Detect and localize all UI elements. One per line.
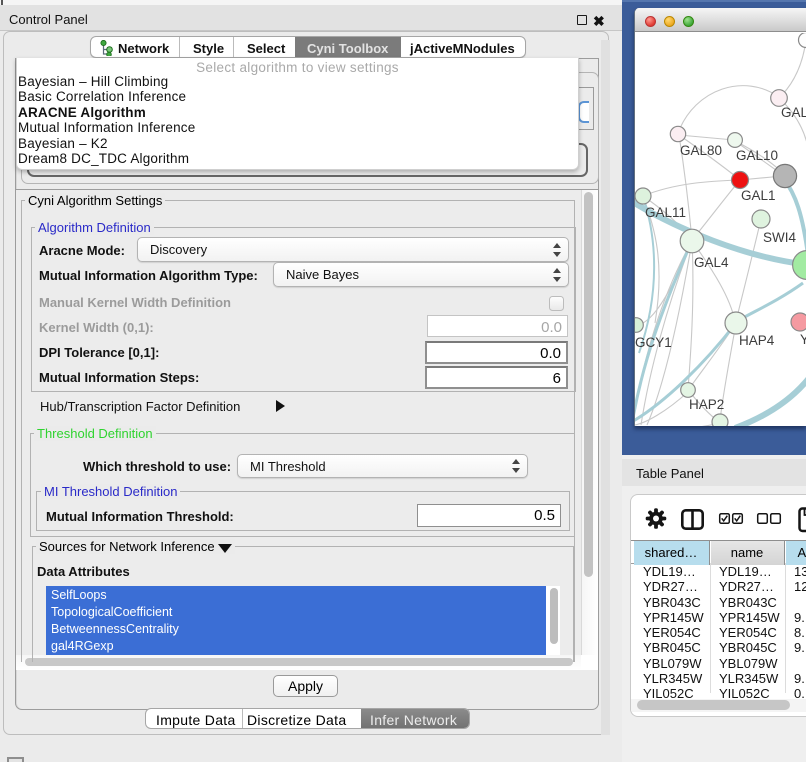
svg-text:HAP4: HAP4 bbox=[739, 333, 775, 348]
svg-text:GAL4: GAL4 bbox=[694, 255, 729, 270]
svg-text:GAL1: GAL1 bbox=[741, 188, 776, 203]
svg-text:SWI4: SWI4 bbox=[763, 230, 796, 245]
svg-text:GAL: GAL bbox=[781, 105, 806, 120]
svg-text:HAP2: HAP2 bbox=[689, 397, 724, 412]
svg-text:Y: Y bbox=[800, 332, 806, 347]
svg-text:GCY1: GCY1 bbox=[635, 335, 672, 350]
svg-text:GAL80: GAL80 bbox=[680, 143, 722, 158]
svg-text:GAL11: GAL11 bbox=[645, 205, 686, 220]
svg-text:GAL10: GAL10 bbox=[736, 148, 778, 163]
